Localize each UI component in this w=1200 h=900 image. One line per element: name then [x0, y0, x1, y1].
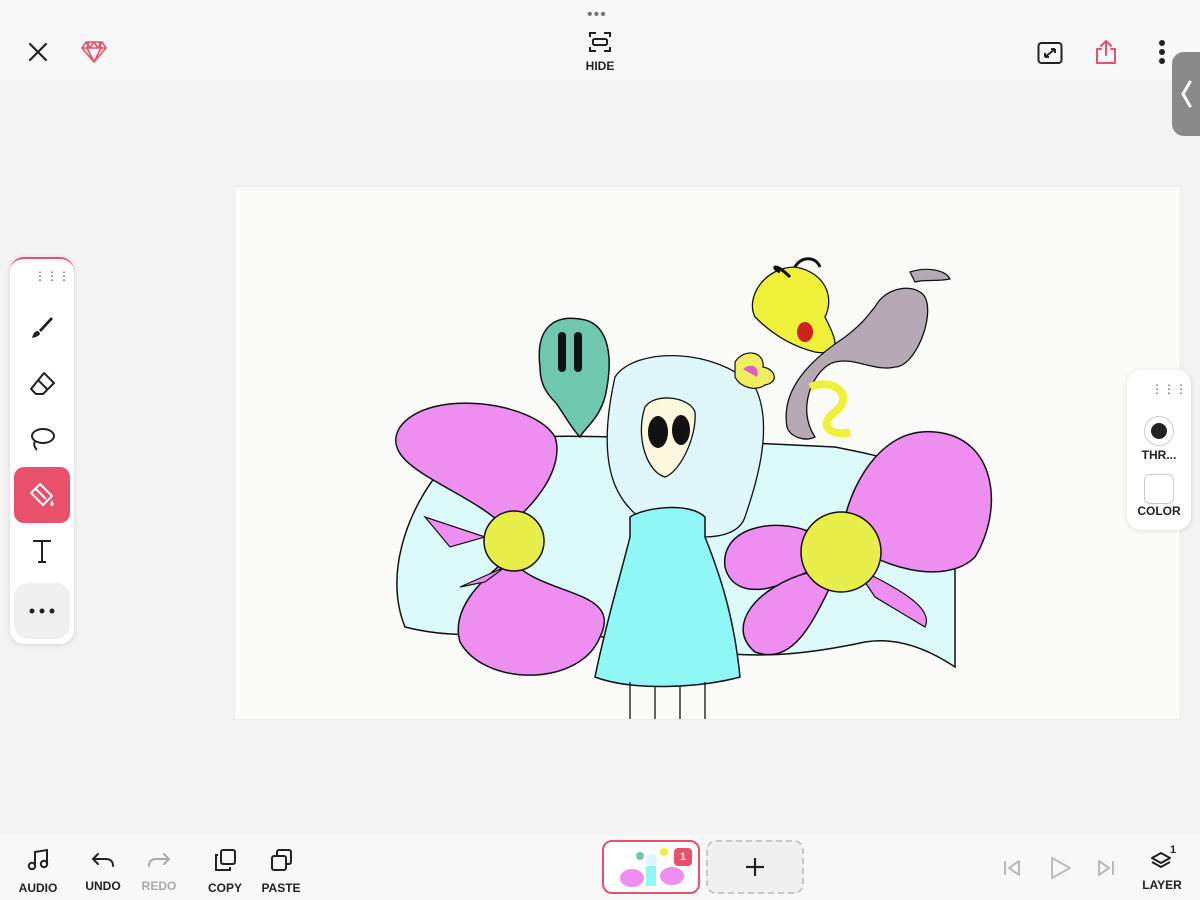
brush-icon[interactable] [14, 299, 70, 355]
fullscreen-icon[interactable] [1035, 38, 1065, 68]
hide-icon [589, 32, 611, 52]
thickness-button[interactable] [1144, 416, 1174, 446]
redo-label: REDO [141, 879, 177, 893]
thickness-label: THR... [1141, 448, 1177, 462]
brush-settings-panel: ⋮⋮⋮ THR... COLOR [1127, 370, 1191, 530]
copy-button[interactable]: COPY [202, 848, 248, 896]
frame-number-badge: 1 [674, 848, 692, 866]
audio-button[interactable]: AUDIO [14, 848, 62, 896]
drag-handle-icon[interactable]: ⋮⋮⋮ [1151, 382, 1187, 396]
undo-icon [91, 853, 114, 867]
last-frame-icon[interactable] [1092, 854, 1120, 882]
hide-label: HIDE [585, 59, 615, 73]
redo-button[interactable]: REDO [136, 848, 182, 896]
plus-icon [746, 858, 764, 876]
music-note-icon [27, 848, 49, 871]
top-bar: ••• HIDE [0, 0, 1200, 80]
layer-count: 1 [1170, 844, 1177, 856]
artwork [395, 257, 993, 719]
undo-label: UNDO [85, 879, 121, 893]
color-label: COLOR [1137, 504, 1181, 518]
first-frame-icon[interactable] [998, 854, 1026, 882]
copy-icon [215, 849, 236, 871]
paste-button[interactable]: PASTE [258, 848, 304, 896]
frame-thumbnail[interactable]: 1 [602, 840, 700, 894]
drag-handle-icon[interactable]: ••• [587, 6, 607, 24]
eraser-icon[interactable] [14, 355, 70, 411]
bottom-bar: AUDIO UNDO REDO COPY PASTE 1 1 LAYER [0, 834, 1200, 900]
paste-label: PASTE [261, 881, 301, 895]
tool-panel: ⋮⋮⋮ [10, 257, 74, 644]
drawing-canvas[interactable] [235, 187, 1180, 719]
text-icon[interactable] [14, 523, 70, 579]
collapse-left-icon[interactable] [1172, 52, 1200, 136]
thickness-dot-icon [1151, 423, 1167, 439]
gem-icon[interactable] [78, 36, 110, 68]
hide-ui-button[interactable]: HIDE [578, 30, 622, 76]
layer-label: LAYER [1142, 878, 1182, 892]
color-swatch[interactable] [1144, 474, 1174, 504]
share-icon[interactable] [1092, 36, 1120, 68]
copy-label: COPY [207, 881, 242, 895]
layer-button[interactable]: 1 LAYER [1138, 844, 1186, 896]
redo-icon [148, 853, 171, 867]
paste-icon [271, 849, 292, 871]
close-icon[interactable] [22, 36, 54, 68]
more-icon[interactable] [14, 583, 70, 639]
fill-bucket-icon[interactable] [14, 467, 70, 523]
add-frame-button[interactable] [706, 840, 804, 894]
more-vertical-icon[interactable] [1150, 36, 1174, 68]
drag-handle-icon[interactable]: ⋮⋮⋮ [34, 269, 70, 283]
undo-button[interactable]: UNDO [80, 848, 126, 896]
layer-icon-wrap: 1 [1138, 844, 1186, 874]
lasso-icon[interactable] [14, 411, 70, 467]
play-icon[interactable] [1044, 852, 1076, 884]
audio-label: AUDIO [18, 881, 58, 895]
